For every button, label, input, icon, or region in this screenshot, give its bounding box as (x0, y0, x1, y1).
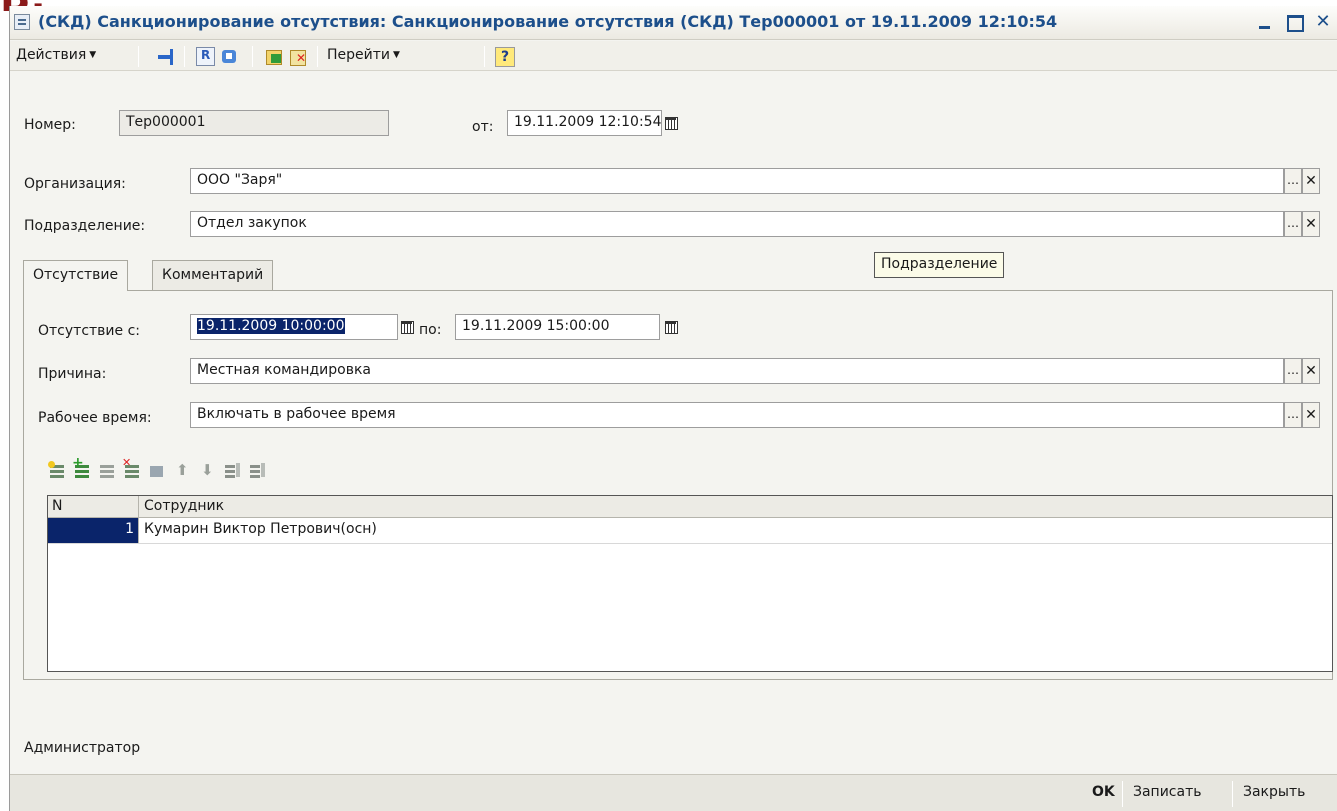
move-up-icon[interactable] (172, 461, 192, 481)
toolbar-separator (317, 46, 318, 67)
department-field[interactable]: Отдел закупок (190, 211, 1284, 237)
worktime-label: Рабочее время: (38, 410, 152, 426)
organization-field[interactable]: ООО "Заря" (190, 168, 1284, 194)
sort-desc-icon[interactable] (247, 461, 267, 481)
calendar-icon[interactable] (662, 112, 680, 134)
organization-clear-icon[interactable]: ✕ (1302, 168, 1320, 194)
worktime-clear-icon[interactable]: ✕ (1302, 402, 1320, 428)
sync-icon[interactable] (220, 47, 239, 66)
document-window: (СКД) Санкционирование отсутствия: Санкц… (9, 6, 1337, 811)
title-bar: (СКД) Санкционирование отсутствия: Санкц… (10, 6, 1337, 40)
window-title: (СКД) Санкционирование отсутствия: Санкц… (38, 12, 1058, 31)
department-clear-icon[interactable]: ✕ (1302, 211, 1320, 237)
column-header-employee[interactable]: Сотрудник (140, 496, 1330, 518)
employees-table[interactable]: N Сотрудник 1 Кумарин Виктор Петрович(ос… (47, 495, 1333, 672)
sort-asc-icon[interactable] (222, 461, 242, 481)
tooltip: Подразделение (874, 252, 1005, 278)
goto-menu[interactable]: Перейти ▼ (327, 47, 400, 63)
toolbar-separator (252, 46, 253, 67)
chevron-down-icon: ▼ (89, 50, 97, 60)
fill-icon[interactable] (264, 47, 283, 66)
minimize-button[interactable] (1255, 12, 1275, 32)
document-form-icon (14, 14, 30, 30)
edit-row-icon[interactable] (97, 461, 117, 481)
absence-from-field[interactable]: 19.11.2009 10:00:00 (190, 314, 398, 340)
toolbar-separator (184, 46, 185, 67)
row-number-cell[interactable]: 1 (48, 518, 139, 543)
close-button[interactable]: Закрыть (1243, 784, 1305, 800)
table-header: N Сотрудник (48, 496, 1332, 518)
absence-to-label: по: (419, 322, 442, 338)
department-label: Подразделение: (24, 218, 146, 234)
employee-cell[interactable]: Кумарин Виктор Петрович(осн) (140, 518, 1330, 543)
tab-absence[interactable]: Отсутствие (23, 260, 129, 291)
number-label: Номер: (24, 117, 76, 133)
date-label: от: (472, 119, 494, 135)
absence-to-field[interactable]: 19.11.2009 15:00:00 (455, 314, 660, 340)
toolbar-separator (484, 46, 485, 67)
reason-clear-icon[interactable]: ✕ (1302, 358, 1320, 384)
tab-comment[interactable]: Комментарий (152, 260, 274, 290)
worktime-field[interactable]: Включать в рабочее время (190, 402, 1284, 428)
close-window-button[interactable]: ✕ (1313, 12, 1333, 32)
organization-select-dots-icon[interactable]: … (1284, 168, 1302, 194)
table-row[interactable]: 1 Кумарин Виктор Петрович(осн) (48, 518, 1332, 544)
add-row-copy-icon[interactable] (72, 455, 92, 481)
reason-field[interactable]: Местная командировка (190, 358, 1284, 384)
goto-menu-label: Перейти (327, 47, 390, 63)
absence-from-label: Отсутствие с: (38, 323, 140, 339)
save-button[interactable]: Записать (1133, 784, 1202, 800)
calendar-icon[interactable] (662, 316, 680, 338)
organization-label: Организация: (24, 176, 126, 192)
footer-separator (1122, 781, 1123, 807)
delete-row-icon[interactable] (122, 456, 142, 481)
footer-separator (1232, 781, 1233, 807)
reason-label: Причина: (38, 366, 107, 382)
worktime-select-dots-icon[interactable]: … (1284, 402, 1302, 428)
ok-button[interactable]: OK (1092, 784, 1115, 800)
actions-menu-label: Действия (16, 47, 87, 63)
chevron-down-icon: ▼ (393, 50, 400, 60)
add-row-icon[interactable] (47, 461, 67, 481)
number-field[interactable]: Тер000001 (119, 110, 389, 136)
toolbar: Действия▼ Перейти▼ ? (10, 41, 1337, 71)
calendar-icon[interactable] (398, 316, 416, 338)
end-edit-icon[interactable] (147, 461, 167, 481)
actions-menu[interactable]: Действия ▼ (16, 47, 96, 63)
column-header-n[interactable]: N (48, 496, 139, 518)
footer-bar: OK Записать Закрыть (10, 774, 1337, 811)
unpost-icon[interactable] (288, 47, 307, 66)
refresh-icon[interactable] (196, 47, 215, 66)
date-field[interactable]: 19.11.2009 12:10:54 (507, 110, 662, 136)
move-down-icon[interactable] (197, 461, 217, 481)
post-icon[interactable] (156, 47, 175, 66)
help-icon[interactable]: ? (495, 47, 515, 67)
absence-from-value: 19.11.2009 10:00:00 (197, 318, 345, 334)
maximize-button[interactable] (1284, 12, 1304, 32)
department-select-dots-icon[interactable]: … (1284, 211, 1302, 237)
author-label: Администратор (24, 740, 141, 756)
toolbar-separator (138, 46, 139, 67)
reason-select-dots-icon[interactable]: … (1284, 358, 1302, 384)
